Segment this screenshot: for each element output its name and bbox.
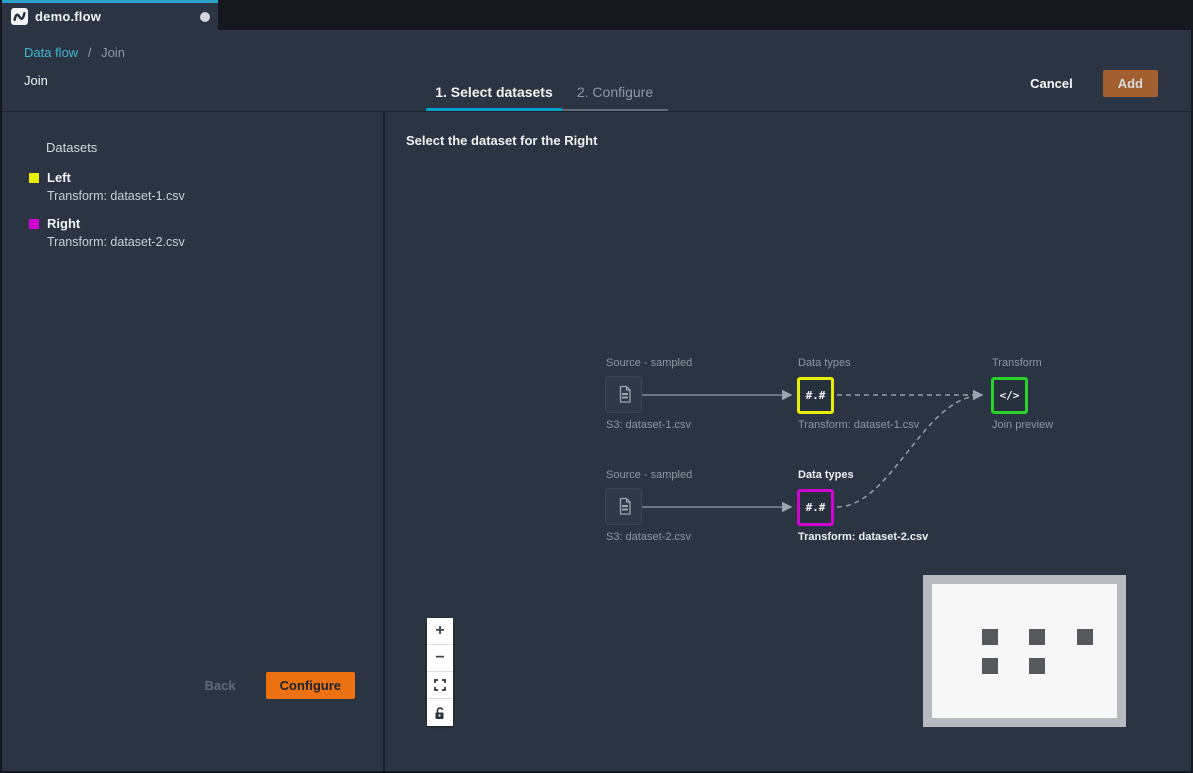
minimap-viewport — [932, 584, 1117, 718]
source2-top-label: Source - sampled — [606, 469, 693, 481]
step-configure[interactable]: 2. Configure — [562, 84, 668, 111]
lock-toggle-button[interactable] — [427, 699, 453, 726]
configure-button[interactable]: Configure — [265, 672, 355, 699]
code-glyph: </> — [999, 389, 1020, 402]
dataset-name: Left — [47, 170, 71, 185]
breadcrumb-separator: / — [87, 45, 92, 60]
zoom-in-button[interactable]: + — [427, 618, 453, 645]
header-actions: Cancel Add — [1024, 70, 1158, 97]
canvas-zoom-toolbar: + − — [427, 618, 453, 726]
document-icon — [619, 385, 631, 403]
transform-top-label: Transform — [992, 357, 1042, 369]
breadcrumb: Data flow / Join — [24, 45, 125, 60]
minimap-node — [982, 658, 998, 674]
source1-bottom-label: S3: dataset-1.csv — [606, 419, 691, 431]
fit-view-button[interactable] — [427, 672, 453, 699]
unlock-open-icon — [435, 706, 444, 719]
unsaved-dot-indicator[interactable] — [200, 11, 210, 22]
dataset-detail: Transform: dataset-1.csv — [47, 189, 185, 203]
number-type-glyph: #.# — [805, 389, 826, 402]
breadcrumb-data-flow-link[interactable]: Data flow — [24, 45, 78, 60]
datasets-heading: Datasets — [46, 140, 98, 155]
dataset-item-left[interactable]: Left Transform: dataset-1.csv — [29, 170, 383, 203]
transform-bottom-label: Join preview — [992, 419, 1054, 431]
page-body: Datasets Left Transform: dataset-1.csv R… — [2, 112, 1191, 771]
left-color-swatch — [29, 173, 39, 183]
canvas-minimap[interactable] — [923, 575, 1126, 727]
back-button[interactable]: Back — [199, 677, 242, 694]
dataset-name: Right — [47, 216, 81, 231]
page-header: Data flow / Join Join 1. Select datasets… — [2, 30, 1191, 112]
datatypes1-node[interactable]: #.# — [797, 377, 834, 414]
step-select-datasets[interactable]: 1. Select datasets — [426, 84, 562, 111]
datatypes2-bottom-label: Transform: dataset-2.csv — [798, 531, 929, 543]
tab-strip: demo.flow — [0, 0, 1193, 30]
datasets-list: Datasets Left Transform: dataset-1.csv R… — [2, 112, 383, 249]
document-icon — [619, 497, 631, 515]
data-wrangler-wave-icon — [11, 8, 28, 25]
source2-node[interactable] — [605, 488, 642, 525]
dataset-item-right[interactable]: Right Transform: dataset-2.csv — [29, 216, 383, 249]
right-color-swatch — [29, 219, 39, 229]
breadcrumb-current: Join — [101, 45, 125, 60]
minimap-node — [1077, 629, 1093, 645]
source1-top-label: Source - sampled — [606, 357, 693, 369]
datatypes1-top-label: Data types — [798, 357, 851, 369]
source1-node[interactable] — [605, 376, 642, 413]
cancel-button[interactable]: Cancel — [1024, 75, 1079, 92]
tab-title: demo.flow — [35, 9, 102, 24]
add-button[interactable]: Add — [1102, 70, 1158, 97]
wizard-steps: 1. Select datasets 2. Configure — [426, 84, 668, 111]
minimap-node — [1029, 658, 1045, 674]
number-type-glyph: #.# — [805, 501, 826, 514]
dataset-detail: Transform: dataset-2.csv — [47, 235, 185, 249]
datatypes1-bottom-label: Transform: dataset-1.csv — [798, 419, 920, 431]
page-title: Join — [24, 73, 48, 88]
join-preview-node[interactable]: </> — [991, 377, 1028, 414]
app-window: demo.flow Data flow / Join Join 1. Selec… — [0, 0, 1193, 773]
datatypes2-top-label: Data types — [798, 469, 854, 481]
datasets-panel: Datasets Left Transform: dataset-1.csv R… — [2, 112, 385, 771]
minimap-node — [1029, 629, 1045, 645]
tab-demo-flow[interactable]: demo.flow — [2, 0, 218, 30]
minimap-node — [982, 629, 998, 645]
datatypes2-node[interactable]: #.# — [797, 489, 834, 526]
zoom-out-button[interactable]: − — [427, 645, 453, 672]
main-surface: Data flow / Join Join 1. Select datasets… — [2, 30, 1191, 771]
flow-canvas[interactable]: Select the dataset for the Right Source … — [385, 112, 1191, 771]
source2-bottom-label: S3: dataset-2.csv — [606, 531, 691, 543]
panel-footer: Back Configure — [199, 672, 355, 699]
fit-view-icon — [434, 679, 446, 691]
